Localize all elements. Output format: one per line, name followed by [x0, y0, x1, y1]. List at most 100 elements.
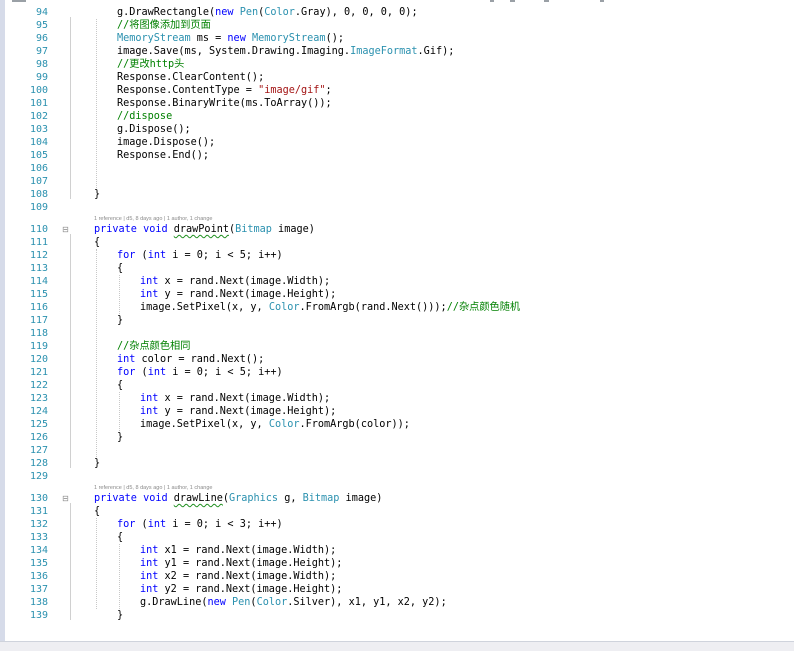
code-text[interactable]: for (int i = 0; i < 5; i++) — [117, 249, 283, 262]
code-line[interactable]: 112 for (int i = 0; i < 5; i++) — [0, 249, 794, 262]
line-number: 100 — [29, 85, 48, 96]
code-text[interactable]: int y = rand.Next(image.Height); — [140, 405, 336, 418]
code-text[interactable]: private void drawPoint(Bitmap image) — [94, 223, 315, 236]
code-line[interactable]: 99 Response.ClearContent(); — [0, 71, 794, 84]
code-text[interactable]: g.Dispose(); — [117, 123, 191, 136]
code-text[interactable]: { — [117, 531, 123, 544]
code-line[interactable]: 122 { — [0, 379, 794, 392]
code-line[interactable]: 126} — [0, 431, 794, 444]
code-text[interactable]: Response.End(); — [117, 149, 209, 162]
code-line[interactable]: 131 { — [0, 505, 794, 518]
code-text[interactable]: Response.ContentType = "image/gif"; — [117, 84, 332, 97]
code-line[interactable]: 127 — [0, 444, 794, 457]
code-line[interactable]: 130 ⊟ private void drawLine(Graphics g, Bi… — [0, 492, 794, 505]
code-line[interactable]: 139} — [0, 609, 794, 622]
code-text[interactable]: g.DrawRectangle(new Pen(Color.Gray), 0, … — [117, 6, 418, 19]
code-line[interactable]: 128} — [0, 457, 794, 470]
code-line[interactable]: 129 — [0, 470, 794, 483]
code-line[interactable]: 106 — [0, 162, 794, 175]
code-line[interactable]: 94 g.DrawRectangle(new Pen(Color.Gray), 0… — [0, 6, 794, 19]
code-text[interactable]: int y2 = rand.Next(image.Height); — [140, 583, 342, 596]
fold-toggle-icon[interactable]: ⊟ — [62, 226, 69, 234]
code-text[interactable]: Response.ClearContent(); — [117, 71, 264, 84]
line-number: 135 — [29, 558, 48, 569]
code-text[interactable]: //dispose — [117, 110, 172, 123]
code-token: image.SetPixel(x, y, — [140, 419, 269, 430]
code-text[interactable]: } — [117, 609, 123, 622]
code-text[interactable]: } — [94, 188, 100, 201]
code-text[interactable]: { — [94, 236, 100, 249]
code-text[interactable]: } — [117, 314, 123, 327]
code-line[interactable]: 119 //杂点颜色相同 — [0, 340, 794, 353]
fold-toggle-icon[interactable]: ⊟ — [62, 495, 69, 503]
code-token: int — [140, 276, 159, 287]
code-text[interactable]: { — [117, 379, 123, 392]
code-line[interactable]: 102 //dispose — [0, 110, 794, 123]
code-line[interactable]: 107 — [0, 175, 794, 188]
code-text[interactable]: int x2 = rand.Next(image.Width); — [140, 570, 336, 583]
code-line[interactable]: 104 image.Dispose(); — [0, 136, 794, 149]
code-line[interactable]: 133 { — [0, 531, 794, 544]
code-line[interactable]: 98 //更改http头 — [0, 58, 794, 71]
code-text[interactable]: image.Save(ms, System.Drawing.Imaging.Im… — [117, 45, 454, 58]
code-text[interactable]: Response.BinaryWrite(ms.ToArray()); — [117, 97, 332, 110]
code-text[interactable]: private void drawLine(Graphics g, Bitmap… — [94, 492, 382, 505]
code-line[interactable]: 117} — [0, 314, 794, 327]
code-text[interactable]: int y = rand.Next(image.Height); — [140, 288, 336, 301]
code-text[interactable]: int x = rand.Next(image.Width); — [140, 275, 330, 288]
code-line[interactable]: 120 int color = rand.Next(); — [0, 353, 794, 366]
code-line[interactable]: 111 { — [0, 236, 794, 249]
code-line[interactable]: 108} — [0, 188, 794, 201]
code-line[interactable]: 101 Response.BinaryWrite(ms.ToArray()); — [0, 97, 794, 110]
code-line[interactable]: 132 for (int i = 0; i < 3; i++) — [0, 518, 794, 531]
line-number: 104 — [29, 137, 48, 148]
code-line[interactable]: 109 — [0, 201, 794, 214]
line-number: 128 — [29, 458, 48, 469]
code-line[interactable]: 121 for (int i = 0; i < 5; i++) — [0, 366, 794, 379]
code-text[interactable]: for (int i = 0; i < 3; i++) — [117, 518, 283, 531]
code-line[interactable]: 105 Response.End(); — [0, 149, 794, 162]
code-text[interactable]: } — [94, 457, 100, 470]
code-text[interactable]: int color = rand.Next(); — [117, 353, 264, 366]
code-line[interactable]: 110 ⊟ private void drawPoint(Bitmap image) — [0, 223, 794, 236]
code-token: //杂点颜色随机 — [446, 302, 521, 313]
code-text[interactable]: //杂点颜色相同 — [117, 340, 190, 353]
code-line[interactable]: 118 — [0, 327, 794, 340]
code-token: { — [117, 263, 124, 274]
code-text[interactable]: { — [94, 505, 100, 518]
code-text[interactable]: int x = rand.Next(image.Width); — [140, 392, 330, 405]
code-text[interactable]: //将图像添加到页面 — [117, 19, 211, 32]
code-token: Color — [256, 597, 288, 608]
line-number: 107 — [29, 176, 48, 187]
line-number: 110 — [29, 224, 48, 235]
code-line[interactable]: 96 MemoryStream ms = new MemoryStream(); — [0, 32, 794, 45]
line-number: 96 — [35, 33, 48, 44]
code-line[interactable]: 113 { — [0, 262, 794, 275]
code-text[interactable]: { — [117, 262, 123, 275]
code-token: Color — [268, 302, 300, 313]
code-line[interactable]: 100 Response.ContentType = "image/gif"; — [0, 84, 794, 97]
code-text[interactable]: image.Dispose(); — [117, 136, 215, 149]
code-line[interactable]: 95 //将图像添加到页面 — [0, 19, 794, 32]
code-editor[interactable]: 94 g.DrawRectangle(new Pen(Color.Gray), 0… — [0, 0, 794, 641]
code-token: g.DrawLine( — [140, 597, 208, 608]
code-text[interactable]: for (int i = 0; i < 5; i++) — [117, 366, 283, 379]
code-text[interactable]: MemoryStream ms = new MemoryStream(); — [117, 32, 344, 45]
code-text[interactable]: //更改http头 — [117, 58, 184, 71]
code-token: i = 0; i < 5; i++) — [166, 367, 283, 378]
code-line[interactable]: 103 g.Dispose(); — [0, 123, 794, 136]
code-text[interactable]: int y1 = rand.Next(image.Height); — [140, 557, 342, 570]
code-text[interactable]: g.DrawLine(new Pen(Color.Silver), x1, y1… — [140, 596, 447, 609]
code-text[interactable]: } — [117, 431, 123, 444]
horizontal-scrollbar[interactable] — [0, 641, 794, 651]
code-token: { — [94, 237, 101, 248]
code-text[interactable]: image.SetPixel(x, y, Color.FromArgb(colo… — [140, 418, 410, 431]
code-text[interactable]: int x1 = rand.Next(image.Width); — [140, 544, 336, 557]
code-text[interactable]: image.SetPixel(x, y, Color.FromArgb(rand… — [140, 301, 520, 314]
code-token: g.DrawRectangle( — [117, 7, 216, 18]
code-token: i = 0; i < 3; i++) — [166, 519, 283, 530]
line-number: 130 — [29, 493, 48, 504]
code-line[interactable]: 97 image.Save(ms, System.Drawing.Imaging.… — [0, 45, 794, 58]
line-number: 109 — [29, 202, 48, 213]
line-number: 129 — [29, 471, 48, 482]
